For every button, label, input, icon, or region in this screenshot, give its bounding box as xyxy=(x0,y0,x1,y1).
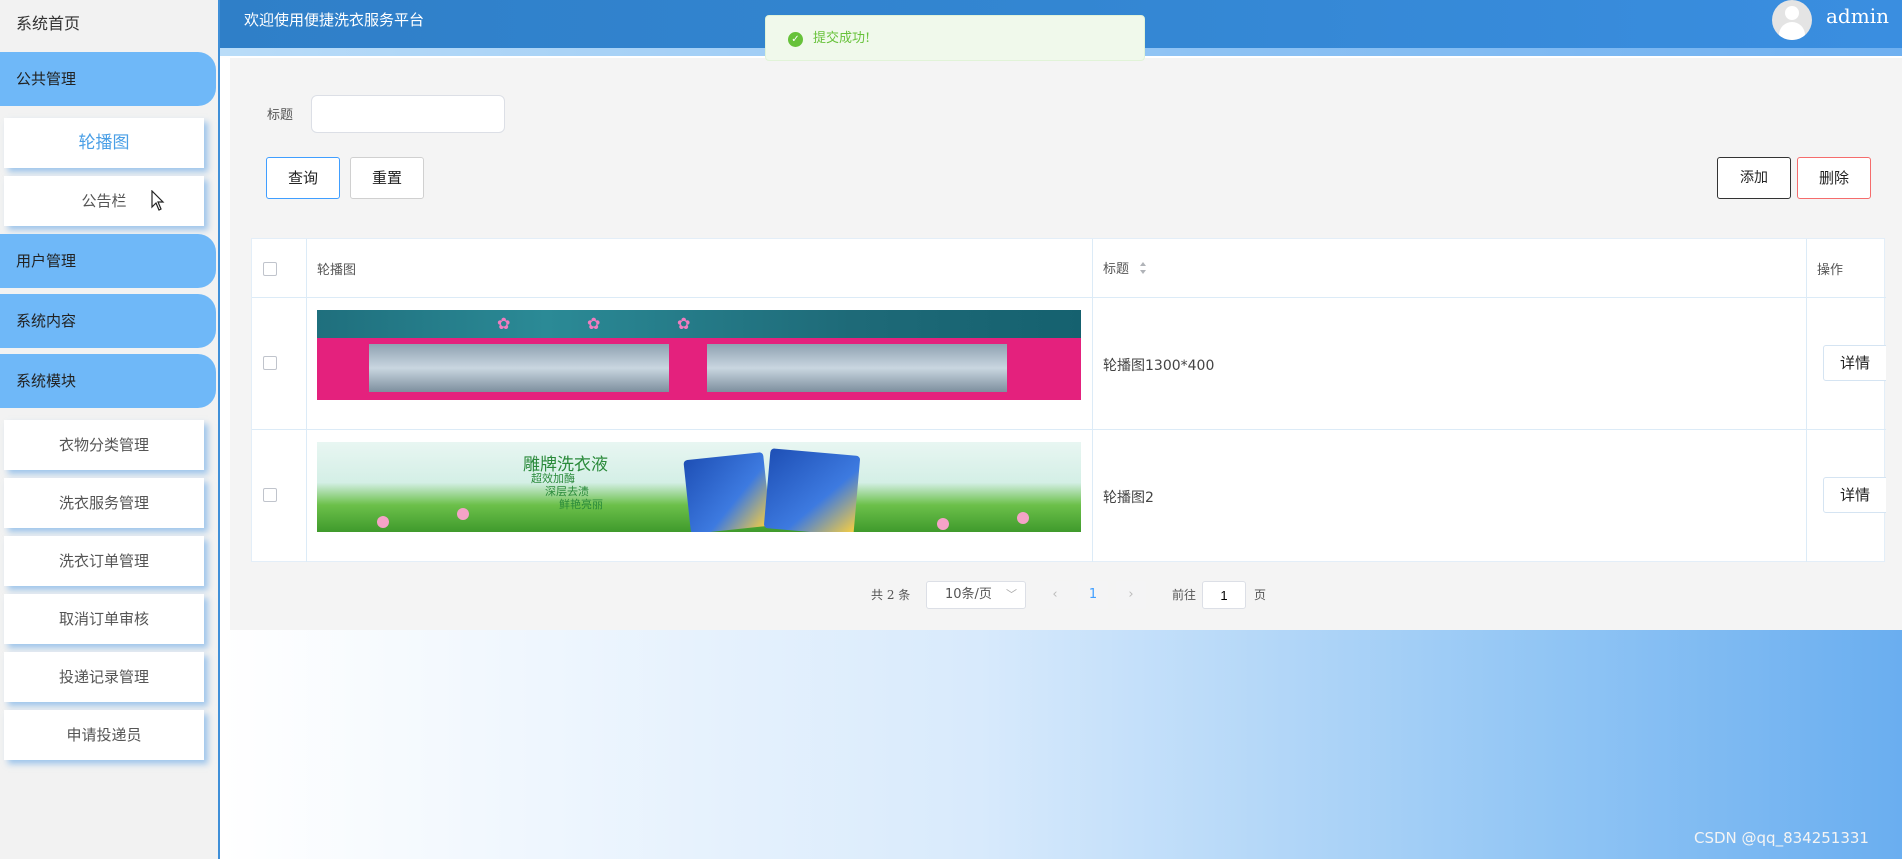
chevron-left-icon: ‹ xyxy=(1052,587,1058,602)
detergent-pack-left xyxy=(683,452,771,532)
page-number-current[interactable]: 1 xyxy=(1078,581,1108,609)
detergent-pack-right xyxy=(763,448,861,532)
carousel-image-detergent[interactable]: 雕牌洗衣液 超效加酶 深层去渍 鲜艳亮丽 xyxy=(317,442,1081,532)
chevron-down-icon: ﹀ xyxy=(1006,588,1017,601)
username[interactable]: admin xyxy=(1826,4,1889,28)
background-gradient xyxy=(222,630,1902,859)
table-header-cell-title[interactable]: 标题 xyxy=(1093,239,1807,298)
search-title-label: 标题 xyxy=(267,108,294,123)
column-header-title: 标题 xyxy=(1103,262,1130,277)
carousel-image-storefront[interactable]: ✿ ✿ ✿ xyxy=(317,310,1081,400)
delete-button[interactable]: 删除 xyxy=(1797,157,1871,199)
sidebar-item-carousel[interactable]: 轮播图 xyxy=(4,118,204,168)
sidebar-home[interactable]: 系统首页 xyxy=(0,0,218,50)
column-header-actions: 操作 xyxy=(1817,263,1844,278)
row-title: 轮播图1300*400 xyxy=(1103,358,1215,374)
table-header-cell-actions: 操作 xyxy=(1807,239,1886,298)
mouse-cursor-icon xyxy=(151,190,165,211)
page-size-value: 10条/页 xyxy=(945,587,992,602)
goto-page-input[interactable] xyxy=(1202,581,1246,609)
sidebar-item-cancel-review[interactable]: 取消订单审核 xyxy=(4,594,204,644)
table-row xyxy=(252,430,307,562)
watermark: CSDN @qq_834251331 xyxy=(1694,829,1869,847)
storefront-sign: ✿ ✿ ✿ xyxy=(317,310,1081,338)
table-cell-image: 雕牌洗衣液 超效加酶 深层去渍 鲜艳亮丽 xyxy=(307,430,1093,562)
row-checkbox[interactable] xyxy=(263,488,277,502)
sidebar-item-laundry-service[interactable]: 洗衣服务管理 xyxy=(4,478,204,528)
table-cell-title: 轮播图1300*400 xyxy=(1093,298,1807,430)
sidebar-group-users[interactable]: 用户管理 xyxy=(0,234,216,288)
column-header-image: 轮播图 xyxy=(317,263,357,278)
flower-decoration xyxy=(377,516,389,528)
sidebar: 系统首页 公共管理 轮播图 公告栏 用户管理 系统内容 系统模块 衣物分类管理 … xyxy=(0,0,220,859)
carousel-table: 轮播图 标题 操作 ✿ ✿ ✿ 轮播图1300*400 详情 雕牌洗衣液 超效加… xyxy=(251,238,1886,562)
table-row xyxy=(252,298,307,430)
flower-decoration xyxy=(1017,512,1029,524)
table-cell-title: 轮播图2 xyxy=(1093,430,1807,562)
sidebar-group-public[interactable]: 公共管理 xyxy=(0,52,216,106)
toast-message: 提交成功! xyxy=(813,31,871,46)
success-check-icon: ✓ xyxy=(788,32,803,47)
header-title: 欢迎使用便捷洗衣服务平台 xyxy=(244,11,425,29)
table-cell-actions: 详情 xyxy=(1807,430,1886,562)
pagination-total: 共 2 条 xyxy=(871,588,911,602)
next-page-button[interactable]: › xyxy=(1116,581,1146,609)
table-header-cell-image: 轮播图 xyxy=(307,239,1093,298)
sort-caret-icon[interactable] xyxy=(1139,261,1147,275)
chevron-right-icon: › xyxy=(1128,587,1134,602)
avatar[interactable] xyxy=(1772,0,1812,40)
query-button[interactable]: 查询 xyxy=(266,157,340,199)
sidebar-item-clothing-category[interactable]: 衣物分类管理 xyxy=(4,420,204,470)
avatar-head-shape xyxy=(1785,6,1799,20)
reset-button[interactable]: 重置 xyxy=(350,157,424,199)
detergent-ad-line: 鲜艳亮丽 xyxy=(559,498,603,511)
detail-button[interactable]: 详情 xyxy=(1823,477,1886,513)
detail-button[interactable]: 详情 xyxy=(1823,345,1886,381)
prev-page-button[interactable]: ‹ xyxy=(1040,581,1070,609)
table-cell-image: ✿ ✿ ✿ xyxy=(307,298,1093,430)
flower-decoration xyxy=(937,518,949,530)
table-header-cell-select xyxy=(252,239,307,298)
page-size-select[interactable]: 10条/页 ﹀ xyxy=(926,581,1026,609)
goto-unit-label: 页 xyxy=(1254,588,1267,602)
storefront-window-right xyxy=(707,344,1007,392)
table-cell-actions: 详情 xyxy=(1807,298,1886,430)
storefront-window-left xyxy=(369,344,669,392)
sidebar-item-delivery-records[interactable]: 投递记录管理 xyxy=(4,652,204,702)
sidebar-item-apply-courier[interactable]: 申请投递员 xyxy=(4,710,204,760)
goto-label: 前往 xyxy=(1172,588,1197,602)
select-all-checkbox[interactable] xyxy=(263,262,277,276)
sidebar-group-modules[interactable]: 系统模块 xyxy=(0,354,216,408)
sidebar-item-notice[interactable]: 公告栏 xyxy=(4,176,204,226)
sidebar-item-laundry-orders[interactable]: 洗衣订单管理 xyxy=(4,536,204,586)
search-title-input[interactable] xyxy=(311,95,505,133)
row-title: 轮播图2 xyxy=(1103,490,1154,506)
flower-decoration xyxy=(457,508,469,520)
avatar-body-shape xyxy=(1779,22,1805,40)
row-checkbox[interactable] xyxy=(263,356,277,370)
sidebar-group-content[interactable]: 系统内容 xyxy=(0,294,216,348)
add-button[interactable]: 添加 xyxy=(1717,157,1791,199)
success-toast: ✓ 提交成功! xyxy=(765,15,1145,61)
